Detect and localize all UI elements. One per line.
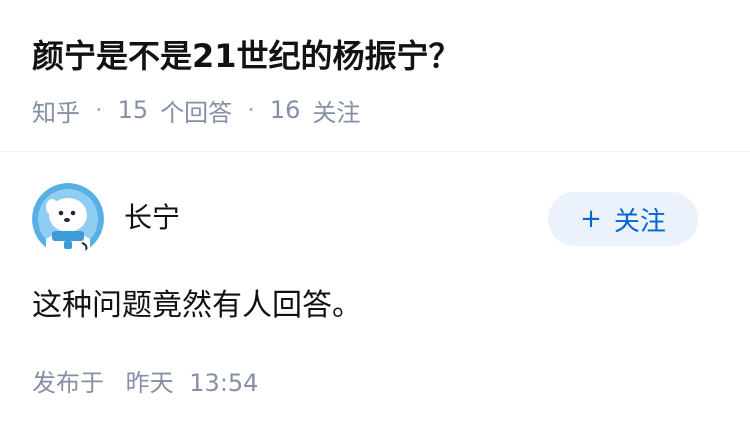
separator-dot: · <box>95 96 103 124</box>
follow-button-label: 关注 <box>613 206 666 237</box>
source-label[interactable]: 知乎 <box>32 93 80 128</box>
answer-content[interactable]: 这种问题竟然有人回答。 <box>32 283 362 329</box>
divider <box>0 151 750 152</box>
plus-icon: + <box>580 204 602 234</box>
follow-button[interactable]: + 关注 <box>548 192 698 246</box>
follow-count: 16 <box>269 96 301 124</box>
published-day: 昨天 <box>125 369 174 397</box>
question-meta: 知乎 · 15 个回答 · 16 关注 <box>32 93 360 127</box>
penguin-avatar-icon <box>32 183 104 255</box>
author-name[interactable]: 长宁 <box>124 199 180 237</box>
published-time: 13:54 <box>189 369 259 397</box>
answer-footer: 发布于 昨天 13:54 <box>32 366 258 400</box>
follow-count-label: 关注 <box>312 98 361 127</box>
answer-count-label: 个回答 <box>160 98 233 127</box>
separator-dot: · <box>247 96 255 124</box>
author-avatar[interactable] <box>32 183 104 255</box>
author-row: 长宁 + 关注 <box>32 183 698 259</box>
answer-count: 15 <box>117 96 149 124</box>
question-title[interactable]: 颜宁是不是21世纪的杨振宁？ <box>32 34 461 78</box>
published-prefix: 发布于 <box>32 369 104 397</box>
